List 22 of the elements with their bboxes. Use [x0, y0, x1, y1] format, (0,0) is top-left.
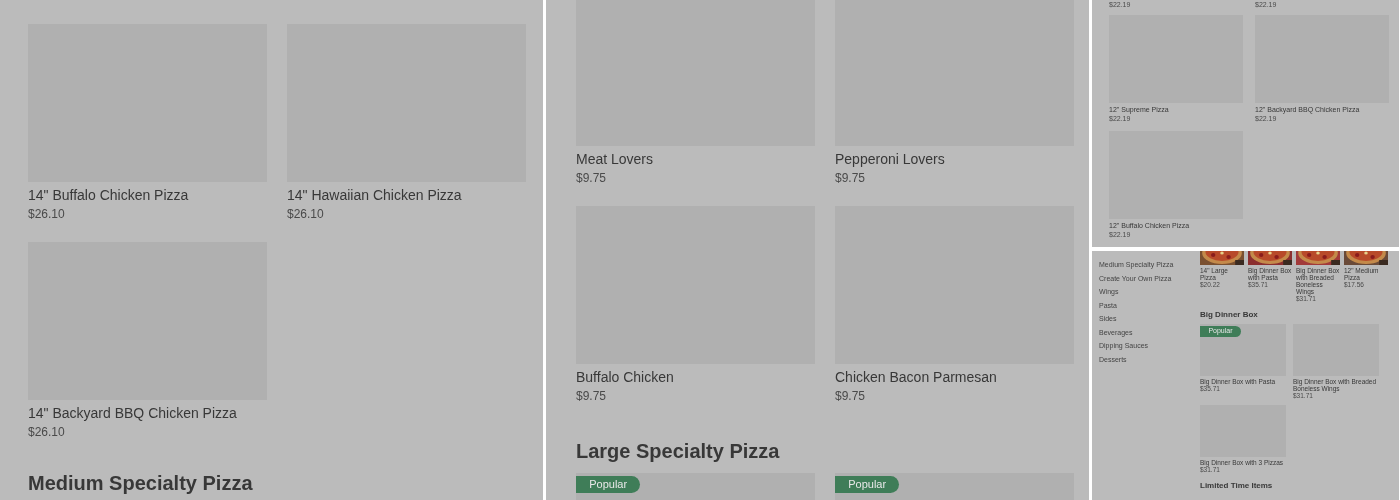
item-price: $26.10	[28, 207, 65, 221]
item-name[interactable]: 14" Backyard BBQ Chicken Pizza	[28, 404, 237, 422]
item-price: $9.75	[576, 171, 607, 185]
section-heading: Big Dinner Box	[1200, 310, 1258, 319]
section-heading: Limited Time Items	[1200, 481, 1273, 490]
item-name[interactable]: Chicken Bacon Parmesan	[835, 368, 997, 386]
item-name[interactable]: Buffalo Chicken	[576, 368, 674, 386]
image-placeholder[interactable]: Popular	[576, 473, 815, 500]
item-name[interactable]: Pepperoni Lovers	[835, 150, 945, 168]
image-placeholder[interactable]: Popular	[835, 473, 1074, 500]
section-heading: Medium Specialty Pizza	[28, 471, 253, 495]
popular-badge: Popular	[835, 476, 900, 493]
item-price: $26.10	[28, 425, 65, 439]
popular-badge: Popular	[576, 476, 641, 493]
item-name[interactable]: Meat Lovers	[576, 150, 654, 168]
item-price: $9.75	[835, 171, 866, 185]
section-heading: Large Specialty Pizza	[576, 439, 780, 463]
item-name[interactable]: 14" Buffalo Chicken Pizza	[28, 186, 189, 204]
item-name[interactable]: 14" Hawaiian Chicken Pizza	[287, 186, 462, 204]
item-price: $26.10	[287, 207, 324, 221]
item-price: $9.75	[835, 389, 866, 403]
item-price: $9.75	[576, 389, 607, 403]
